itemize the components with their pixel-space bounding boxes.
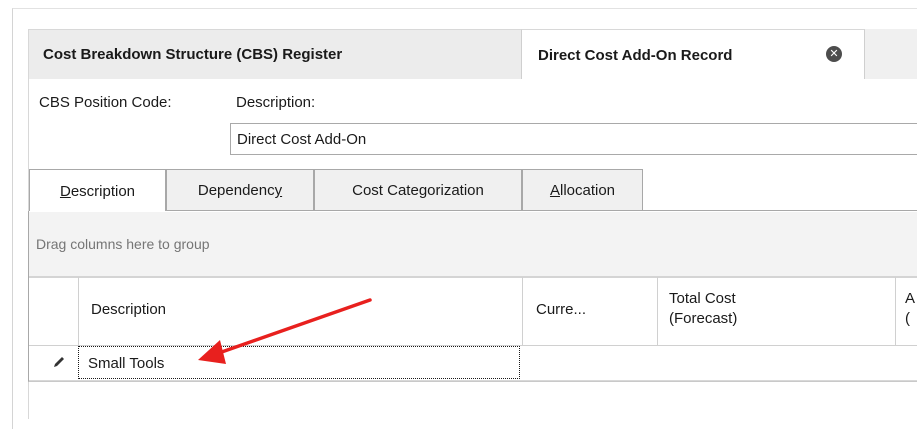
tab-cost-categorization[interactable]: Cost Categorization bbox=[314, 169, 522, 211]
doc-tab-label: Cost Breakdown Structure (CBS) Register bbox=[43, 46, 343, 63]
tab-allocation[interactable]: Allocation bbox=[522, 169, 643, 211]
group-panel-hint: Drag columns here to group bbox=[36, 236, 210, 252]
tab-description[interactable]: Description bbox=[29, 169, 166, 212]
pencil-icon bbox=[54, 357, 64, 367]
tab-label: Dependency bbox=[197, 182, 283, 199]
tab-dependency[interactable]: Dependency bbox=[166, 169, 314, 211]
red-arrow-annotation bbox=[198, 298, 372, 364]
column-header-truncated-line1[interactable]: A bbox=[905, 290, 915, 307]
doc-tab-label: Direct Cost Add-On Record bbox=[538, 46, 733, 64]
column-header-description[interactable]: Description bbox=[91, 301, 166, 318]
row-indicator-header bbox=[29, 277, 78, 345]
column-header-total-cost-line1[interactable]: Total Cost bbox=[669, 290, 736, 307]
tab-label: Allocation bbox=[549, 182, 616, 199]
tab-label: Description bbox=[59, 182, 136, 200]
doc-tab-cbs-register[interactable]: Cost Breakdown Structure (CBS) Register bbox=[28, 29, 522, 79]
column-header-currency[interactable]: Curre... bbox=[536, 301, 586, 318]
header-top-border bbox=[29, 277, 917, 278]
column-header-total-cost-line2[interactable]: (Forecast) bbox=[669, 310, 737, 327]
doc-tab-direct-cost-add-on-record[interactable]: Direct Cost Add-On Record ✕ bbox=[522, 29, 865, 80]
tab-label: Cost Categorization bbox=[352, 182, 484, 199]
description-label: Description: bbox=[236, 94, 316, 111]
column-header-truncated-line2[interactable]: ( bbox=[905, 310, 910, 327]
close-icon[interactable]: ✕ bbox=[826, 46, 842, 62]
cbs-position-code-label: CBS Position Code: bbox=[39, 94, 172, 111]
description-field[interactable]: Direct Cost Add-On bbox=[230, 123, 917, 155]
